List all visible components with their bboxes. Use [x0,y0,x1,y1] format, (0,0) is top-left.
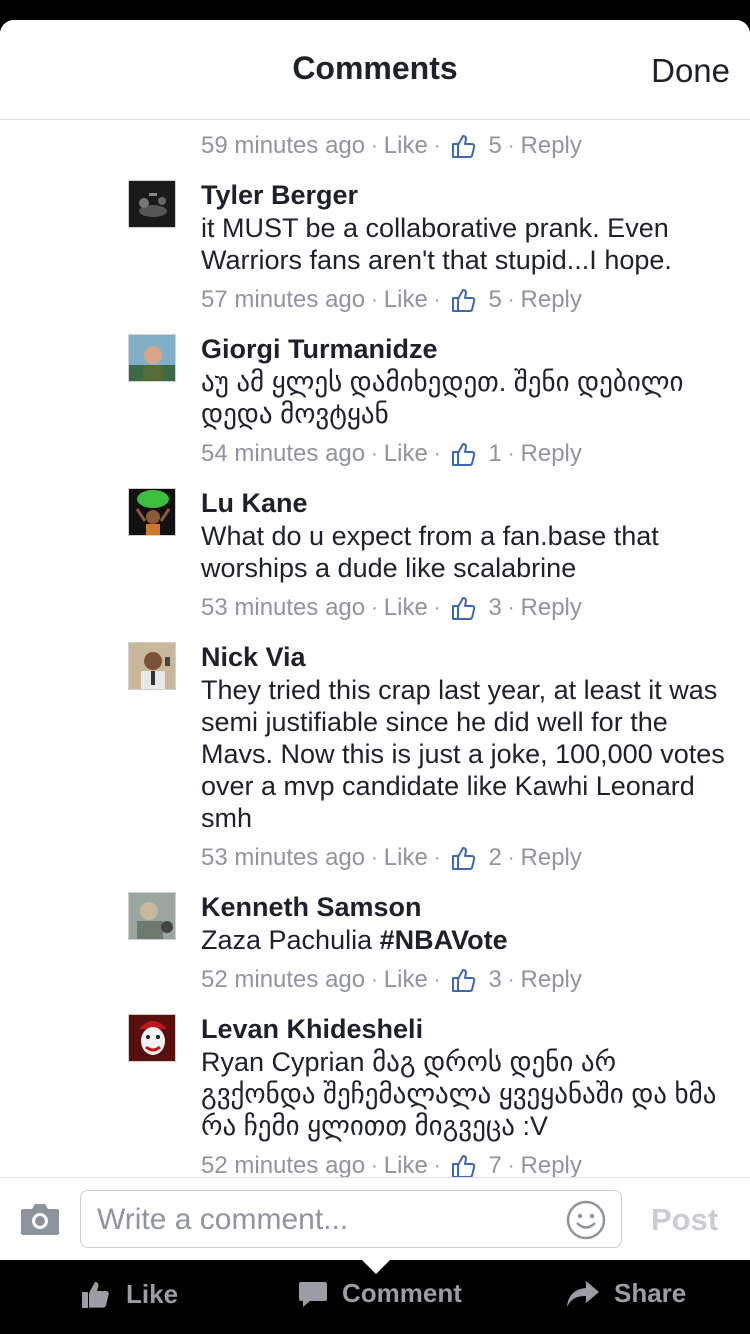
avatar[interactable] [128,1014,176,1062]
like-count: 3 [488,966,502,993]
comments-sheet: Comments Done 59 minutes ago · Like · 5 … [0,20,750,1260]
comment-author[interactable]: Levan Khidesheli [201,1014,423,1045]
comment-button[interactable]: Comment [298,1278,462,1309]
comment-meta: 59 minutes ago · Like · 5 · Reply [201,132,582,160]
comment-bubble-icon [299,1281,327,1307]
comment-meta: 54 minutes ago · Like · 1 · Reply [201,440,582,468]
camera-icon[interactable] [19,1201,61,1237]
comment-text: it MUST be a collaborative prank. Even W… [201,213,672,275]
avatar[interactable] [128,180,176,228]
comment-list[interactable]: 59 minutes ago · Like · 5 · Reply Tyler … [0,120,750,1177]
comment-text: What do u expect from a fan.base that wo… [201,521,659,583]
comment-composer: Write a comment... Post [0,1177,750,1260]
emoji-icon[interactable] [565,1199,607,1241]
comment-meta: 52 minutes ago · Like · 7 · Reply [201,1152,582,1177]
thumbs-up-icon [450,967,476,993]
comment-author[interactable]: Lu Kane [201,488,308,519]
like-count: 5 [488,286,502,313]
thumbs-up-icon [450,287,476,313]
like-link[interactable]: Like [384,132,428,160]
reply-link[interactable]: Reply [521,594,582,622]
thumbs-up-icon [450,845,476,871]
post-button[interactable]: Post [651,1202,718,1238]
comment-meta: 53 minutes ago · Like · 3 · Reply [201,594,582,622]
comment-caret [362,1260,390,1274]
like-link[interactable]: Like [384,966,428,994]
reply-link[interactable]: Reply [521,440,582,468]
comment-placeholder: Write a comment... [97,1203,349,1236]
reply-link[interactable]: Reply [521,844,582,872]
like-link[interactable]: Like [384,844,428,872]
comment-text: Zaza Pachulia #NBAVote [201,925,508,955]
like-link[interactable]: Like [384,1152,428,1177]
comment-text: აუ ამ ყლეს დამიხედეთ. შენი დებილი დედა მ… [201,367,684,429]
comment-text: Ryan Cyprian მაგ დროს დენი არ გვქონდა შე… [201,1047,717,1141]
avatar[interactable] [128,642,176,690]
like-link[interactable]: Like [384,594,428,622]
like-count: 1 [488,440,502,467]
comment-author[interactable]: Kenneth Samson [201,892,422,923]
reply-link[interactable]: Reply [521,286,582,314]
avatar[interactable] [128,488,176,536]
like-count: 5 [488,132,502,159]
comment-time: 52 minutes ago [201,1152,366,1177]
reply-link[interactable]: Reply [521,1152,582,1177]
like-count: 2 [488,844,502,871]
comment-time: 53 minutes ago [201,844,366,871]
comment-time: 54 minutes ago [201,440,366,467]
comments-header: Comments Done [0,20,750,120]
comment-time: 57 minutes ago [201,286,366,313]
thumbs-up-icon [450,595,476,621]
comment-meta: 57 minutes ago · Like · 5 · Reply [201,286,582,314]
thumbs-up-icon [450,441,476,467]
like-button[interactable]: Like [80,1278,178,1310]
comment-time: 59 minutes ago [201,132,366,159]
avatar[interactable] [128,334,176,382]
thumbs-up-icon [450,1153,476,1177]
avatar[interactable] [128,892,176,940]
like-count: 7 [488,1152,502,1177]
share-button[interactable]: Share [566,1278,686,1309]
comment-meta: 53 minutes ago · Like · 2 · Reply [201,844,582,872]
done-button[interactable]: Done [651,52,730,90]
comment-author[interactable]: Giorgi Turmanidze [201,334,438,365]
reply-link[interactable]: Reply [521,132,582,160]
hashtag-link[interactable]: #NBAVote [380,925,508,955]
comment-author[interactable]: Tyler Berger [201,180,358,211]
like-link[interactable]: Like [384,440,428,468]
share-arrow-icon [567,1280,599,1307]
comment-text: They tried this crap last year, at least… [201,675,725,833]
thumbs-up-icon [82,1282,109,1308]
comment-time: 52 minutes ago [201,966,366,993]
comment-author[interactable]: Nick Via [201,642,306,673]
comment-input[interactable]: Write a comment... [80,1190,622,1248]
like-link[interactable]: Like [384,286,428,314]
comment-meta: 52 minutes ago · Like · 3 · Reply [201,966,582,994]
reply-link[interactable]: Reply [521,966,582,994]
thumbs-up-icon [450,133,476,159]
page-title: Comments [292,50,458,86]
comment-time: 53 minutes ago [201,594,366,621]
like-count: 3 [488,594,502,621]
